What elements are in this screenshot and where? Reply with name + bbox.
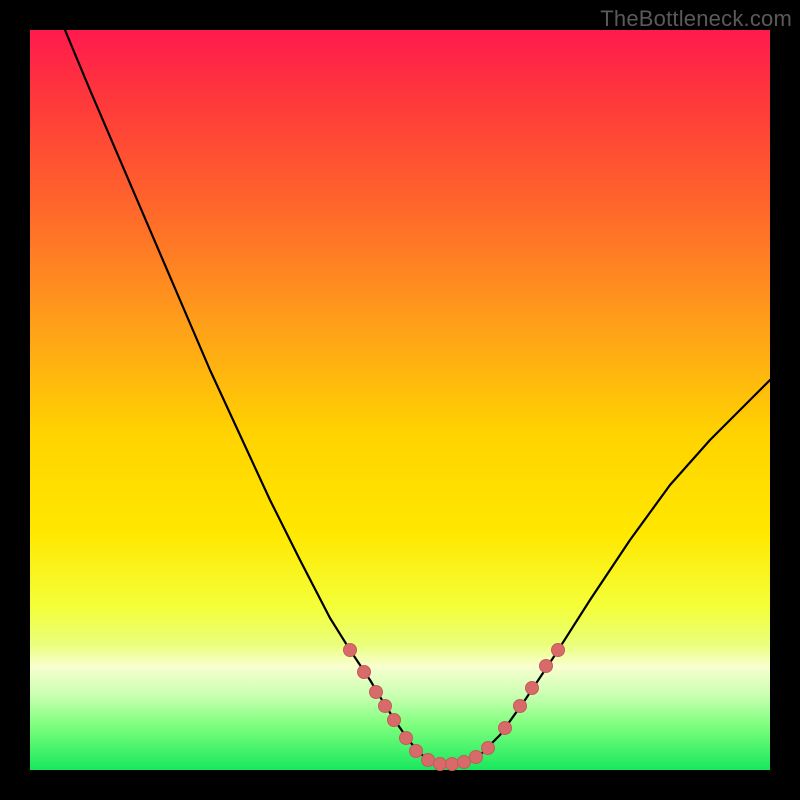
marker-group <box>344 644 565 771</box>
curve-marker <box>499 722 512 735</box>
curve-marker <box>410 745 423 758</box>
curve-marker <box>434 758 447 771</box>
watermark-text: TheBottleneck.com <box>600 6 792 32</box>
curve-marker <box>400 732 413 745</box>
curve-marker <box>470 751 483 764</box>
curve-marker <box>358 666 371 679</box>
curve-marker <box>526 682 539 695</box>
chart-svg-layer <box>30 30 770 770</box>
curve-marker <box>540 660 553 673</box>
curve-marker <box>514 700 527 713</box>
bottleneck-curve <box>65 30 770 764</box>
curve-marker <box>458 756 471 769</box>
curve-marker <box>379 700 392 713</box>
curve-marker <box>446 758 459 771</box>
curve-marker <box>370 686 383 699</box>
curve-marker <box>344 644 357 657</box>
curve-marker <box>552 644 565 657</box>
curve-marker <box>388 714 401 727</box>
curve-marker <box>482 742 495 755</box>
curve-marker <box>422 754 435 767</box>
